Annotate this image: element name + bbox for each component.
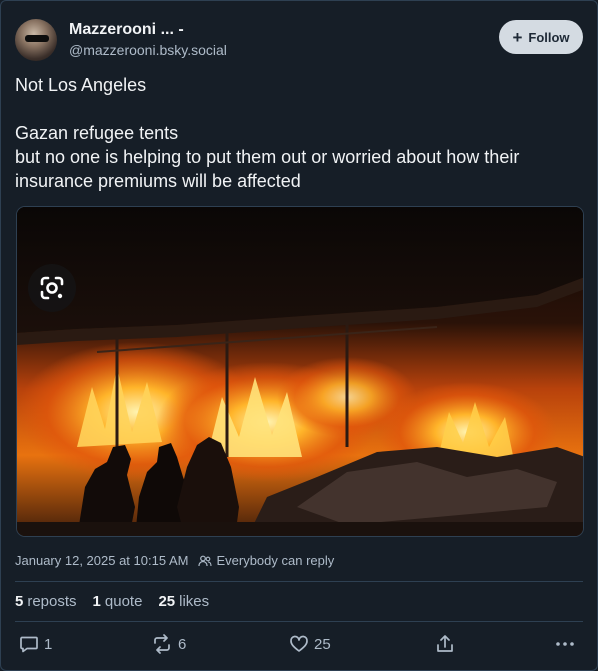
post-stats: 5 reposts 1 quote 25 likes [15, 593, 209, 610]
quotes-count: 1 [92, 593, 101, 610]
post-text: Not Los Angeles Gazan refugee tents but … [15, 73, 585, 193]
fire-scene-image [17, 207, 583, 536]
reply-count: 1 [44, 635, 53, 653]
divider [15, 581, 583, 582]
post-image[interactable] [16, 206, 584, 537]
likes-label: likes [179, 593, 210, 610]
share-icon [437, 635, 453, 652]
more-options-button[interactable] [555, 634, 575, 654]
reposts-count: 5 [15, 593, 24, 610]
follow-button[interactable]: + Follow [499, 20, 583, 54]
post-meta: January 12, 2025 at 10:15 AM Everybody c… [15, 553, 334, 568]
post-card: Mazzerooni ... - @mazzerooni.bsky.social… [0, 0, 598, 671]
follow-button-label: Follow [528, 29, 570, 45]
author-display-name[interactable]: Mazzerooni ... - [69, 21, 184, 39]
google-lens-icon[interactable] [28, 264, 76, 312]
author-handle[interactable]: @mazzerooni.bsky.social [69, 42, 227, 58]
ellipsis-icon [556, 642, 574, 646]
post-text-line: Gazan refugee tents [15, 123, 179, 143]
quotes-label: quote [104, 593, 143, 610]
share-button[interactable] [435, 634, 455, 654]
post-actions: 1 6 25 [15, 634, 583, 660]
likes-stat[interactable]: 25 likes [158, 593, 209, 610]
repost-count: 6 [178, 635, 187, 653]
avatar[interactable] [15, 19, 57, 61]
post-header: Mazzerooni ... - @mazzerooni.bsky.social… [15, 17, 583, 65]
plus-icon: + [512, 27, 523, 47]
like-count: 25 [314, 635, 331, 653]
like-button[interactable]: 25 [289, 634, 331, 654]
reply-button[interactable]: 1 [19, 634, 52, 654]
avatar-sunglasses [25, 35, 49, 42]
post-text-line: but no one is helping to put them out or… [15, 147, 520, 191]
reply-icon [20, 636, 38, 653]
people-icon [198, 555, 213, 566]
repost-button[interactable]: 6 [151, 634, 186, 654]
post-text-line: Not Los Angeles [15, 75, 147, 95]
repost-icon [154, 634, 170, 654]
post-timestamp[interactable]: January 12, 2025 at 10:15 AM [15, 553, 188, 568]
reply-setting: Everybody can reply [198, 553, 334, 568]
reply-setting-label: Everybody can reply [216, 553, 335, 568]
reposts-label: reposts [27, 593, 77, 610]
quotes-stat[interactable]: 1 quote [93, 593, 143, 610]
reposts-stat[interactable]: 5 reposts [15, 593, 77, 610]
likes-count: 25 [158, 593, 176, 610]
divider [15, 621, 583, 622]
heart-icon [290, 635, 308, 652]
